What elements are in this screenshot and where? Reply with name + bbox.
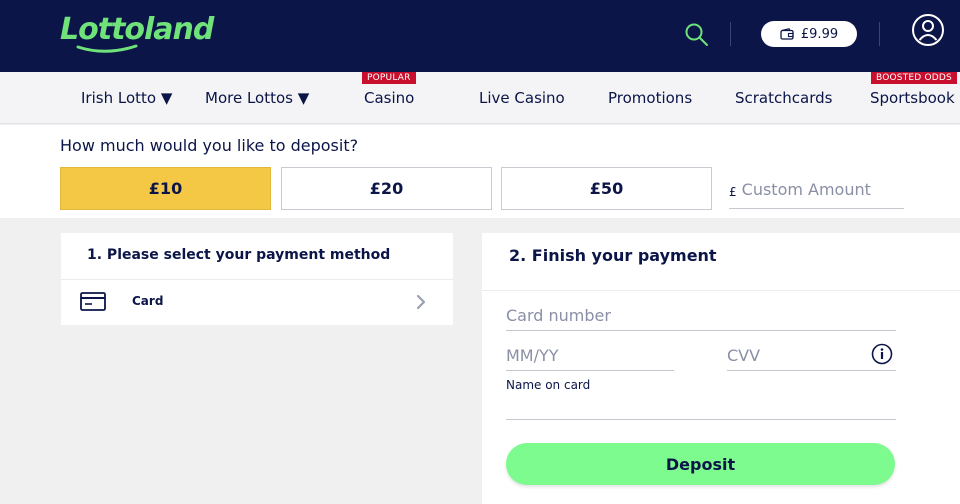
custom-amount-input[interactable] xyxy=(741,180,892,199)
payment-method-panel: 1. Please select your payment method Car… xyxy=(61,233,453,325)
search-icon xyxy=(685,23,708,46)
payment-method-title: 1. Please select your payment method xyxy=(87,247,391,263)
top-header: Lottoland £9.99 xyxy=(0,0,960,72)
amount-10-button[interactable]: £10 xyxy=(60,167,271,210)
nav-badge-popular: POPULAR xyxy=(362,72,416,84)
card-icon xyxy=(80,292,106,311)
header-divider xyxy=(879,22,880,46)
card-number-input[interactable] xyxy=(506,301,896,330)
name-on-card-input[interactable] xyxy=(506,393,896,419)
nav-irish-lotto[interactable]: Irish Lotto ▼ xyxy=(81,89,172,107)
card-option-label: Card xyxy=(132,294,164,308)
logo-swoosh-icon xyxy=(76,44,138,53)
deposit-button[interactable]: Deposit xyxy=(506,443,895,485)
finish-payment-title: 2. Finish your payment xyxy=(509,246,717,265)
wallet-balance: £9.99 xyxy=(800,26,839,42)
wallet-icon xyxy=(780,28,794,40)
header-divider xyxy=(730,22,731,46)
card-payment-option[interactable]: Card xyxy=(61,280,453,325)
expiry-input[interactable] xyxy=(506,341,674,370)
currency-symbol: £ xyxy=(729,185,737,199)
nav-live-casino[interactable]: Live Casino xyxy=(479,89,565,107)
name-on-card-field xyxy=(506,393,896,420)
nav-sportsbook[interactable]: Sportsbook xyxy=(870,89,955,107)
deposit-question: How much would you like to deposit? xyxy=(60,136,359,155)
lottoland-logo[interactable]: Lottoland xyxy=(60,12,214,47)
custom-amount-field: £ xyxy=(729,177,904,209)
amount-50-button[interactable]: £50 xyxy=(501,167,712,210)
nav-scratchcards[interactable]: Scratchcards xyxy=(735,89,832,107)
card-number-field xyxy=(506,301,896,331)
search-button[interactable] xyxy=(682,20,712,50)
user-account-icon xyxy=(912,14,944,46)
account-button[interactable] xyxy=(911,13,945,47)
main-nav: Irish Lotto ▼ More Lottos ▼ POPULAR Casi… xyxy=(0,72,960,124)
expiry-field xyxy=(506,341,674,371)
wallet-balance-button[interactable]: £9.99 xyxy=(761,21,857,47)
deposit-amount-section: How much would you like to deposit? £10 … xyxy=(0,125,960,218)
finish-payment-panel: 2. Finish your payment Name on card Depo… xyxy=(482,233,960,504)
nav-casino[interactable]: Casino xyxy=(364,89,414,107)
nav-badge-boosted-odds: BOOSTED ODDS xyxy=(871,72,957,84)
name-on-card-label: Name on card xyxy=(506,378,591,392)
panel-divider xyxy=(482,290,960,291)
amount-20-button[interactable]: £20 xyxy=(281,167,492,210)
nav-more-lottos[interactable]: More Lottos ▼ xyxy=(205,89,309,107)
chevron-right-icon xyxy=(416,294,426,310)
info-icon[interactable] xyxy=(871,343,893,365)
nav-promotions[interactable]: Promotions xyxy=(608,89,692,107)
